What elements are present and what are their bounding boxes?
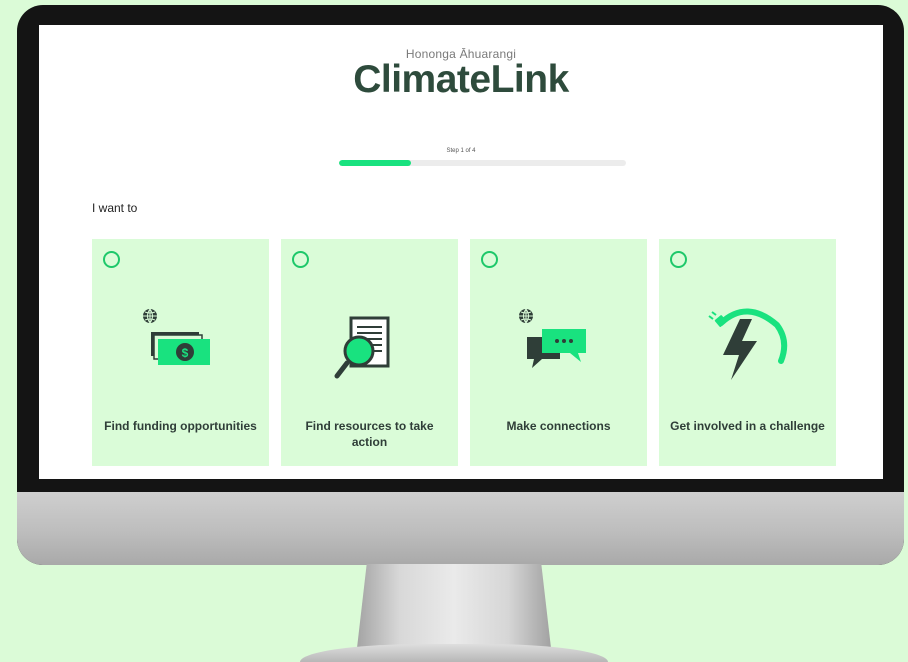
step-progress-bar xyxy=(339,160,626,166)
chat-bubbles-globe-icon xyxy=(519,308,586,368)
monitor-bezel-line xyxy=(17,478,904,492)
monitor-stand-neck xyxy=(357,564,551,648)
monitor-frame: Hononga Āhuarangi ClimateLink Step 1 of … xyxy=(17,5,904,565)
monitor-stand-base xyxy=(300,644,608,662)
step-progress-fill xyxy=(339,160,411,166)
svg-text:$: $ xyxy=(182,346,189,360)
option-label-connections: Make connections xyxy=(506,419,611,433)
document-magnifier-icon xyxy=(334,316,390,379)
option-card-funding[interactable]: $ Find funding opportunities xyxy=(92,239,269,466)
lightning-plug-icon xyxy=(708,308,788,380)
option-card-challenge[interactable]: Get involved in a challenge xyxy=(659,239,836,466)
brand-title: ClimateLink xyxy=(353,58,569,101)
option-label-resources: Find resources to take action xyxy=(305,419,434,449)
option-card-resources[interactable]: Find resources to take action xyxy=(281,239,458,466)
step-indicator-label: Step 1 of 4 xyxy=(446,148,476,154)
option-label-challenge: Get involved in a challenge xyxy=(670,419,825,433)
app-screen: Hononga Āhuarangi ClimateLink Step 1 of … xyxy=(39,25,883,479)
funding-money-globe-icon: $ xyxy=(143,308,210,365)
question-prompt: I want to xyxy=(92,201,138,215)
monitor-chin xyxy=(17,492,904,565)
option-label-funding: Find funding opportunities xyxy=(104,419,257,433)
option-card-connections[interactable]: Make connections xyxy=(470,239,647,466)
